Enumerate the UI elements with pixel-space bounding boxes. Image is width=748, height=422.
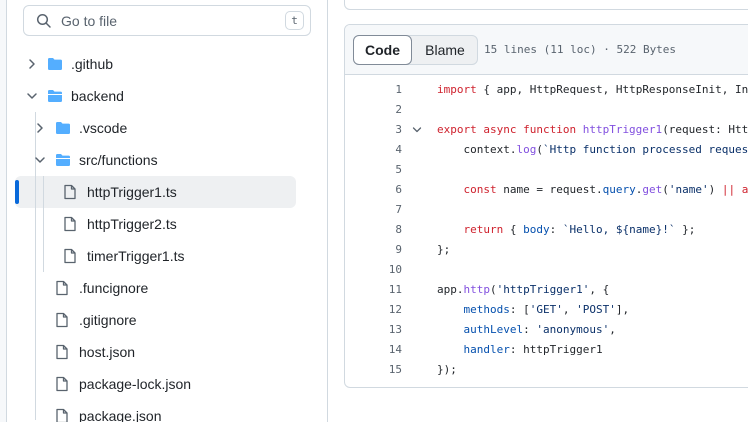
search-icon — [36, 13, 51, 28]
chevron-down-icon — [35, 157, 45, 163]
file-info: 15 lines (11 loc) · 522 Bytes — [484, 43, 677, 56]
tree-item-label: httpTrigger1.ts — [87, 184, 177, 200]
tree-item-src-functions[interactable]: src/functions — [32, 144, 314, 176]
line-number[interactable]: 10 — [345, 260, 402, 280]
fold-chevron-icon[interactable] — [411, 124, 423, 136]
code-tab-button[interactable]: Code — [353, 35, 412, 65]
code-line: 13 authLevel: 'anonymous', — [345, 320, 748, 340]
line-number[interactable]: 4 — [345, 140, 402, 160]
folder-open-icon — [48, 90, 62, 102]
tree-item-package-lock-json[interactable]: package-lock.json — [54, 368, 304, 400]
file-icon — [56, 344, 68, 360]
indent-guide — [43, 176, 44, 272]
code-line: 6 const name = request.query.get('name')… — [345, 180, 748, 200]
code-line: 15}); — [345, 360, 748, 380]
code-text: const name = request.query.get('name') |… — [463, 183, 748, 196]
code-viewer: Code Blame 15 lines (11 loc) · 522 Bytes… — [344, 24, 748, 388]
line-number[interactable]: 6 — [345, 180, 402, 200]
code-text: return { body: `Hello, ${name}!` }; — [463, 223, 696, 236]
tree-item-vscode[interactable]: .vscode — [32, 112, 314, 144]
tree-item-label: .github — [71, 56, 114, 72]
tree-item-label: timerTrigger1.ts — [87, 248, 185, 264]
tree-item-timertrigger1[interactable]: timerTrigger1.ts — [62, 240, 296, 272]
tree-item-backend[interactable]: backend — [24, 80, 314, 112]
line-number[interactable]: 7 — [345, 200, 402, 220]
code-line: 12 methods: ['GET', 'POST'], — [345, 300, 748, 320]
code-text: }); — [437, 363, 457, 376]
code-text: import { app, HttpRequest, HttpResponseI… — [437, 83, 748, 96]
tree-item-funcignore[interactable]: .funcignore — [54, 272, 304, 304]
file-icon — [64, 184, 76, 200]
file-icon — [56, 312, 68, 328]
code-line: 3 export async function httpTrigger1(requ… — [345, 120, 748, 140]
code-line: 14 handler: httpTrigger1 — [345, 340, 748, 360]
line-number[interactable]: 13 — [345, 320, 402, 340]
file-icon — [56, 408, 68, 422]
file-icon — [64, 248, 76, 264]
chevron-right-icon — [29, 59, 35, 69]
go-to-file-search[interactable]: Go to file t — [23, 5, 311, 36]
line-number[interactable]: 11 — [345, 280, 402, 300]
line-number[interactable]: 2 — [345, 100, 402, 120]
activity-strip — [0, 0, 7, 422]
view-mode-toggle: Code Blame — [353, 35, 478, 65]
tree-item-label: host.json — [79, 344, 136, 360]
line-number[interactable]: 12 — [345, 300, 402, 320]
tree-item-label: .funcignore — [79, 280, 149, 296]
selected-indicator — [15, 180, 19, 204]
code-text: export async function httpTrigger1(reque… — [437, 123, 748, 136]
blame-tab-button[interactable]: Blame — [412, 36, 478, 64]
file-icon — [56, 280, 68, 296]
line-number[interactable]: 14 — [345, 340, 402, 360]
tree-item-package-json[interactable]: package.json — [54, 400, 304, 422]
code-viewer-header: Code Blame 15 lines (11 loc) · 522 Bytes — [345, 25, 748, 75]
code-text: authLevel: 'anonymous', — [463, 323, 616, 336]
tree-item-label: package-lock.json — [79, 376, 192, 392]
file-icon — [64, 216, 76, 232]
search-placeholder: Go to file — [61, 13, 118, 29]
code-line: 9}; — [345, 240, 748, 260]
chevron-down-icon — [27, 93, 37, 99]
header-card — [344, 0, 748, 10]
folder-icon — [48, 58, 62, 70]
code-line: 11 app.http('httpTrigger1', { — [345, 280, 748, 300]
line-number[interactable]: 5 — [345, 160, 402, 180]
tree-item-github[interactable]: .github — [24, 48, 314, 80]
tree-item-label: src/functions — [79, 152, 158, 168]
tree-item-label: backend — [71, 88, 124, 104]
code-text: handler: httpTrigger1 — [463, 343, 603, 356]
tree-item-host-json[interactable]: host.json — [54, 336, 304, 368]
code-text: context.log(`Http function processed req… — [437, 143, 748, 156]
tree-item-gitignore[interactable]: .gitignore — [54, 304, 304, 336]
code-text: app.http('httpTrigger1', { — [437, 283, 610, 296]
file-icon — [56, 376, 68, 392]
folder-open-icon — [56, 154, 70, 166]
tree-item-httptrigger1[interactable]: httpTrigger1.ts — [62, 176, 296, 208]
tree-item-httptrigger2[interactable]: httpTrigger2.ts — [62, 208, 296, 240]
code-text: }; — [437, 243, 451, 256]
code-text: methods: ['GET', 'POST'], — [463, 303, 630, 316]
line-number[interactable]: 9 — [345, 240, 402, 260]
code-line: 10 — [345, 260, 748, 280]
tree-item-label: .vscode — [79, 120, 128, 136]
line-number[interactable]: 3 — [345, 120, 402, 140]
tree-item-label: httpTrigger2.ts — [87, 216, 177, 232]
line-number[interactable]: 1 — [345, 80, 402, 100]
code-line: 1 import { app, HttpRequest, HttpResponse… — [345, 80, 748, 100]
code-line: 4 context.log(`Http function processed r… — [345, 140, 748, 160]
line-number[interactable]: 15 — [345, 360, 402, 380]
tree-item-label: .gitignore — [79, 312, 137, 328]
keyboard-shortcut-badge: t — [285, 11, 304, 30]
tree-item-label: package.json — [79, 408, 162, 422]
code-body: 1 import { app, HttpRequest, HttpResponse… — [345, 80, 748, 380]
code-line: 8 return { body: `Hello, ${name}!` }; — [345, 220, 748, 240]
code-line: 5 — [345, 160, 748, 180]
line-number[interactable]: 8 — [345, 220, 402, 240]
code-line: 2 — [345, 100, 748, 120]
folder-icon — [56, 122, 70, 134]
code-line: 7 — [345, 200, 748, 220]
chevron-right-icon — [37, 123, 43, 133]
